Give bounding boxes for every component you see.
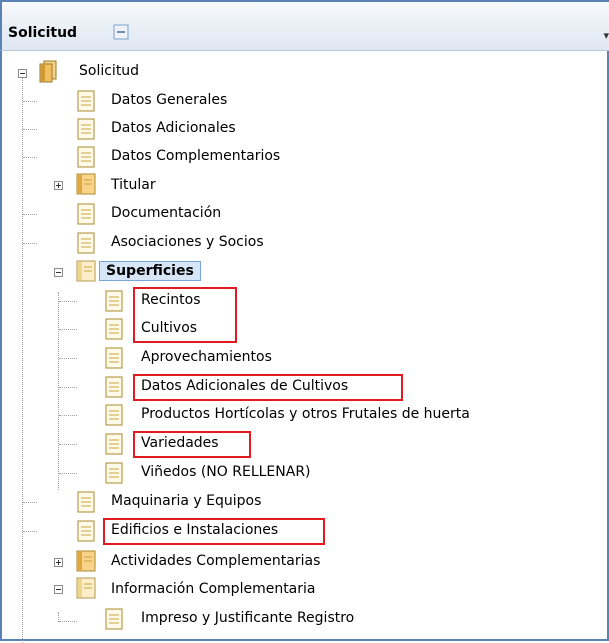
tree-item-documentacion[interactable]: Documentación xyxy=(111,204,221,222)
tree-item-aprovechamientos[interactable]: Aprovechamientos xyxy=(141,348,272,366)
expand-toggle-actividades[interactable] xyxy=(54,558,63,567)
document-icon xyxy=(77,90,95,112)
document-icon xyxy=(105,290,123,312)
highlight-box xyxy=(133,374,403,401)
highlight-box xyxy=(133,287,237,343)
document-icon xyxy=(77,118,95,140)
document-icon xyxy=(105,318,123,340)
document-icon xyxy=(105,404,123,426)
document-icon xyxy=(105,376,123,398)
tree-item-datos-generales[interactable]: Datos Generales xyxy=(111,91,227,109)
tree-item-actividades-complementarias[interactable]: Actividades Complementarias xyxy=(111,552,320,570)
document-icon xyxy=(77,146,95,168)
tree-item-vinedos[interactable]: Viñedos (NO RELLENAR) xyxy=(141,463,311,481)
document-icon xyxy=(105,347,123,369)
highlight-box xyxy=(133,431,251,458)
tree-item-maquinaria-equipos[interactable]: Maquinaria y Equipos xyxy=(111,492,261,510)
tree-item-impreso-justificante[interactable]: Impreso y Justificante Registro xyxy=(141,609,354,627)
tree-item-solicitud[interactable]: Solicitud xyxy=(79,62,139,80)
collapse-toggle-informacion[interactable] xyxy=(54,585,63,594)
tree-item-superficies[interactable]: Superficies xyxy=(99,261,201,281)
tree-item-datos-adicionales[interactable]: Datos Adicionales xyxy=(111,119,236,137)
document-icon xyxy=(77,203,95,225)
tree-item-datos-complementarios[interactable]: Datos Complementarios xyxy=(111,147,280,165)
collapse-toggle-root[interactable] xyxy=(18,69,27,78)
folder-icon xyxy=(39,60,57,83)
tree-item-informacion-complementaria[interactable]: Información Complementaria xyxy=(111,580,315,598)
expand-toggle-titular[interactable] xyxy=(54,181,63,190)
tree-item-productos-horticolas[interactable]: Productos Hortícolas y otros Frutales de… xyxy=(141,405,470,423)
folder-doc-icon xyxy=(76,260,96,282)
navigation-tree: Solicitud Datos Generales Datos Adiciona… xyxy=(0,0,609,643)
document-icon xyxy=(105,608,123,630)
highlight-box xyxy=(103,518,325,545)
document-icon xyxy=(77,232,95,254)
tree-item-titular[interactable]: Titular xyxy=(111,176,156,194)
document-icon xyxy=(105,462,123,484)
document-icon xyxy=(77,520,95,542)
folder-doc-icon xyxy=(76,577,96,599)
folder-doc-icon xyxy=(76,550,96,572)
document-icon xyxy=(77,491,95,513)
collapse-toggle-superficies[interactable] xyxy=(54,268,63,277)
folder-doc-icon xyxy=(76,173,96,195)
document-icon xyxy=(105,433,123,455)
tree-item-asociaciones-socios[interactable]: Asociaciones y Socios xyxy=(111,233,264,251)
